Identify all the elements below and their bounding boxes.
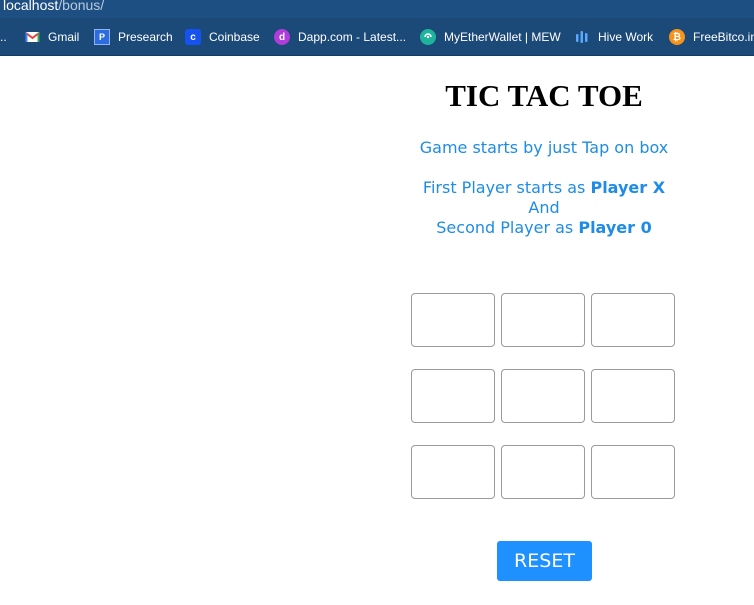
bookmark-label: Coinbase: [209, 30, 260, 44]
page-content: TIC TAC TOE Game starts by just Tap on b…: [0, 56, 754, 605]
board-cell-8[interactable]: [501, 445, 585, 499]
mew-icon: [420, 29, 436, 45]
url-host: localhost: [3, 0, 59, 13]
bookmark-overflow[interactable]: ..: [0, 27, 7, 47]
game-instruction: Game starts by just Tap on box: [419, 138, 669, 157]
reset-button[interactable]: RESET: [497, 541, 592, 581]
bookmarks-bar: .. Gmail P Presearch c Coinbase d Dapp.c…: [0, 18, 754, 56]
presearch-icon: P: [94, 29, 110, 45]
bookmark-freebitcoin[interactable]: ₿ FreeBitco.in: [669, 27, 754, 47]
board-cell-6[interactable]: [591, 369, 675, 423]
board-cell-7[interactable]: [411, 445, 495, 499]
gmail-icon: [24, 29, 40, 45]
bookmark-label: Presearch: [118, 30, 173, 44]
first-player-name: Player X: [590, 178, 666, 197]
coinbase-icon: c: [185, 29, 201, 45]
and-line: And: [528, 198, 560, 217]
bookmark-label: Gmail: [48, 30, 80, 44]
board-cell-9[interactable]: [591, 445, 675, 499]
dapp-icon: d: [274, 29, 290, 45]
bookmark-dapp[interactable]: d Dapp.com - Latest...: [274, 27, 406, 47]
bookmark-hive-work[interactable]: Hive Work: [574, 27, 653, 47]
page-title: TIC TAC TOE: [445, 78, 643, 113]
player-info: First Player starts as Player X And Seco…: [394, 178, 694, 238]
bookmark-mew[interactable]: MyEtherWallet | MEW: [420, 27, 561, 47]
first-player-line: First Player starts as Player X: [394, 178, 694, 198]
bookmark-label: ..: [0, 30, 7, 44]
bookmark-label: Hive Work: [598, 30, 654, 44]
second-player-prefix: Second Player as: [436, 218, 579, 237]
first-player-prefix: First Player starts as: [422, 178, 591, 197]
bookmark-label: MyEtherWallet | MEW: [444, 30, 561, 44]
bookmark-gmail[interactable]: Gmail: [24, 27, 79, 47]
address-bar[interactable]: localhost/bonus/: [0, 0, 754, 18]
second-player-line: Second Player as Player 0: [394, 218, 694, 238]
hive-icon: [574, 29, 590, 45]
bookmark-coinbase[interactable]: c Coinbase: [185, 27, 260, 47]
board-cell-5[interactable]: [501, 369, 585, 423]
second-player-name: Player 0: [578, 218, 652, 237]
bookmark-presearch[interactable]: P Presearch: [94, 27, 173, 47]
board-cell-2[interactable]: [501, 293, 585, 347]
game-board: [411, 293, 677, 501]
board-cell-4[interactable]: [411, 369, 495, 423]
bitcoin-icon: ₿: [669, 29, 685, 45]
bookmark-label: FreeBitco.in: [693, 30, 754, 44]
bookmark-label: Dapp.com - Latest...: [298, 30, 407, 44]
board-cell-1[interactable]: [411, 293, 495, 347]
board-cell-3[interactable]: [591, 293, 675, 347]
url-path: /bonus/: [58, 0, 105, 13]
